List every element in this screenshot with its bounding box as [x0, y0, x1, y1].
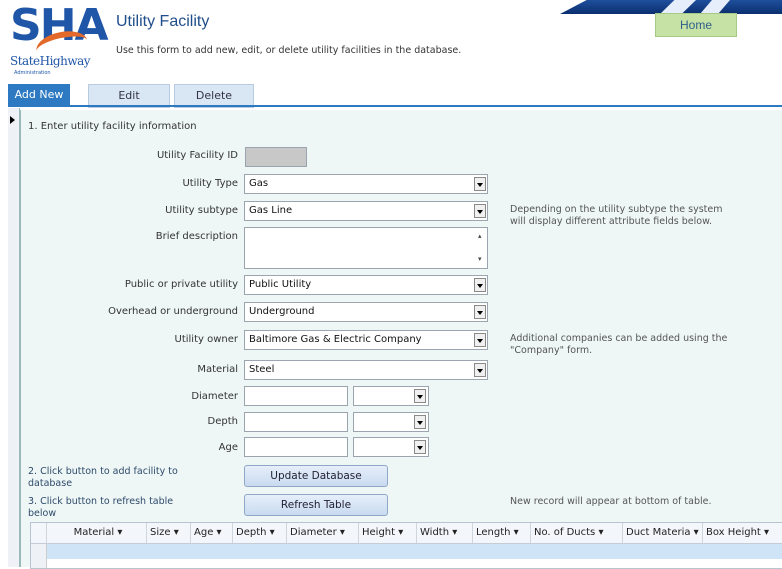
- column-header[interactable]: Width ▾: [417, 523, 473, 543]
- column-header-label: Box Height: [706, 527, 761, 538]
- sha-logo: SHA StateHighway Administration: [8, 0, 109, 82]
- column-header[interactable]: Material ▾: [47, 523, 147, 543]
- column-header-label: No. of Ducts: [534, 527, 596, 538]
- column-header[interactable]: Length ▾: [473, 523, 531, 543]
- table-row[interactable]: [47, 544, 782, 559]
- table-header: Material ▾ Size ▾ Age ▾ Depth ▾ Diameter…: [31, 523, 782, 544]
- record-pointer-icon: [10, 116, 15, 124]
- scroll-down-icon[interactable]: ▾: [478, 255, 482, 263]
- logo-subtitle: StateHighway: [10, 54, 91, 68]
- table-note: New record will appear at bottom of tabl…: [510, 496, 712, 507]
- step-3-instruction: 3. Click button to refresh table below: [28, 496, 174, 519]
- tab-underline: [8, 105, 782, 107]
- section-title: 1. Enter utility facility information: [28, 121, 197, 132]
- overhead-underground-select[interactable]: Underground: [244, 302, 488, 322]
- chevron-down-icon[interactable]: [474, 363, 486, 377]
- column-header[interactable]: No. of Ducts ▾: [531, 523, 623, 543]
- chevron-down-icon[interactable]: [414, 389, 426, 403]
- column-header[interactable]: Size ▾: [147, 523, 191, 543]
- column-header[interactable]: Box Height ▾: [703, 523, 782, 543]
- chevron-down-icon[interactable]: [474, 305, 486, 319]
- utility-owner-select[interactable]: Baltimore Gas & Electric Company: [244, 330, 488, 350]
- page-subtitle: Use this form to add new, edit, or delet…: [116, 45, 462, 56]
- material-label: Material: [197, 364, 238, 375]
- utility-subtype-select[interactable]: Gas Line: [244, 201, 488, 221]
- diameter-input[interactable]: [244, 386, 348, 406]
- select-all-cell[interactable]: [31, 523, 47, 543]
- update-database-button[interactable]: Update Database: [244, 465, 388, 487]
- utility-owner-label: Utility owner: [174, 334, 239, 345]
- chevron-down-icon[interactable]: [474, 333, 486, 347]
- scroll-up-icon[interactable]: ▴: [478, 232, 482, 240]
- depth-label: Depth: [207, 416, 238, 427]
- public-private-label: Public or private utility: [124, 279, 238, 290]
- chevron-down-icon[interactable]: [414, 440, 426, 454]
- facility-id-field: [245, 147, 307, 167]
- subtype-note: Depending on the utility subtype the sys…: [510, 204, 723, 227]
- depth-input[interactable]: [244, 412, 348, 432]
- record-selector[interactable]: [8, 108, 20, 567]
- column-header-label: Length: [476, 527, 511, 538]
- step-2-instruction: 2. Click button to add facility to datab…: [28, 466, 178, 489]
- chevron-down-icon[interactable]: [474, 204, 486, 218]
- utility-type-label: Utility Type: [182, 178, 238, 189]
- column-header-label: Width: [420, 527, 450, 538]
- overhead-underground-label: Overhead or underground: [108, 306, 238, 317]
- facility-id-label: Utility Facility ID: [156, 150, 238, 161]
- age-label: Age: [218, 442, 238, 453]
- material-select[interactable]: Steel: [244, 360, 488, 380]
- column-header-label: Age: [194, 527, 214, 538]
- diameter-label: Diameter: [191, 391, 238, 402]
- refresh-table-button[interactable]: Refresh Table: [244, 494, 388, 516]
- chevron-down-icon[interactable]: [474, 278, 486, 292]
- chevron-down-icon[interactable]: [414, 415, 426, 429]
- chevron-down-icon[interactable]: [474, 177, 486, 191]
- tab-add-new[interactable]: Add New: [8, 84, 70, 106]
- owner-note: Additional companies can be added using …: [510, 333, 728, 356]
- column-header-label: Duct Materia: [626, 527, 691, 538]
- column-header[interactable]: Height ▾: [359, 523, 417, 543]
- column-header-label: Material: [73, 527, 115, 538]
- utility-subtype-label: Utility subtype: [165, 205, 238, 216]
- column-header-label: Size: [150, 527, 171, 538]
- column-header-label: Depth: [236, 527, 267, 538]
- age-input[interactable]: [244, 437, 348, 457]
- public-private-select[interactable]: Public Utility: [244, 275, 488, 295]
- column-header-label: Diameter: [290, 527, 337, 538]
- logo-small-text: Administration: [14, 70, 51, 76]
- column-header[interactable]: Duct Materia ▾: [623, 523, 703, 543]
- column-header-label: Height: [362, 527, 396, 538]
- brief-description-input[interactable]: [244, 227, 488, 269]
- column-header[interactable]: Depth ▾: [233, 523, 287, 543]
- home-button[interactable]: Home: [655, 13, 737, 37]
- page-title: Utility Facility: [116, 13, 210, 30]
- column-header[interactable]: Diameter ▾: [287, 523, 359, 543]
- row-selector[interactable]: [31, 544, 47, 568]
- utility-type-select[interactable]: Gas: [244, 174, 488, 194]
- facility-table: Material ▾ Size ▾ Age ▾ Depth ▾ Diameter…: [30, 522, 782, 569]
- brief-description-label: Brief description: [155, 231, 238, 242]
- column-header[interactable]: Age ▾: [191, 523, 233, 543]
